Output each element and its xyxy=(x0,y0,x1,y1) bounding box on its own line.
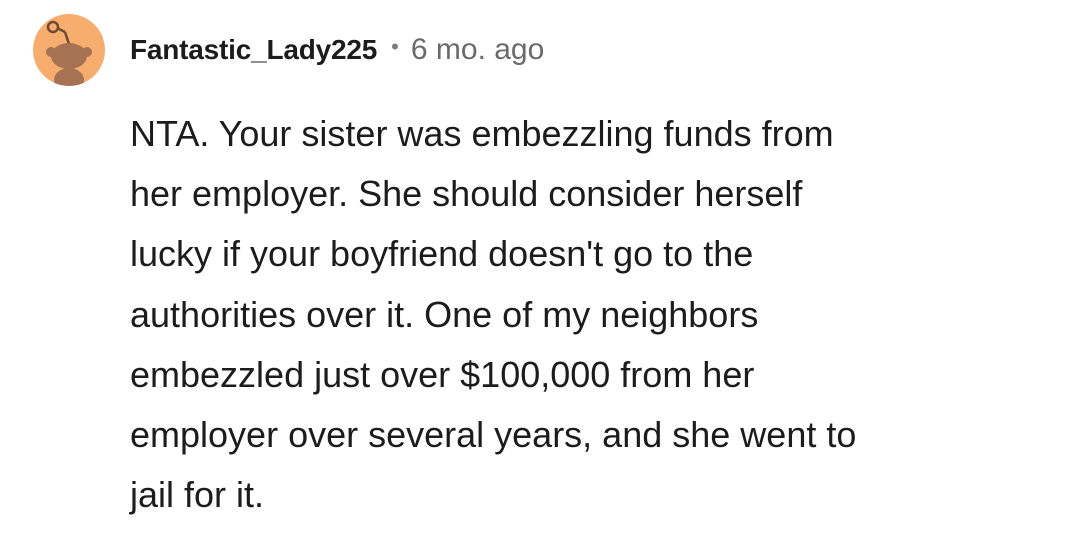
comment-body-line: authorities over it. One of my neighbors xyxy=(130,293,759,335)
comment-body: NTA. Your sister was embezzling funds fr… xyxy=(130,104,1030,525)
reddit-snoo-icon xyxy=(46,20,92,86)
comment-body-line: lucky if your boyfriend doesn't go to th… xyxy=(130,233,754,275)
comment-body-line: employer over several years, and she wen… xyxy=(130,414,857,456)
comment-body-line: jail for it. xyxy=(130,474,265,516)
comment-body-line: embezzled just over $100,000 from her xyxy=(130,353,755,395)
comment: Fantastic_Lady225 • 6 mo. ago NTA. Your … xyxy=(0,0,1065,539)
author-username[interactable]: Fantastic_Lady225 xyxy=(130,34,377,66)
comment-body-line: NTA. Your sister was embezzling funds fr… xyxy=(130,113,834,154)
comment-header: Fantastic_Lady225 • 6 mo. ago xyxy=(130,30,544,70)
avatar[interactable] xyxy=(33,14,105,86)
separator-dot: • xyxy=(391,34,399,59)
timestamp[interactable]: 6 mo. ago xyxy=(411,33,544,67)
comment-body-line: her employer. She should consider hersel… xyxy=(130,173,803,215)
